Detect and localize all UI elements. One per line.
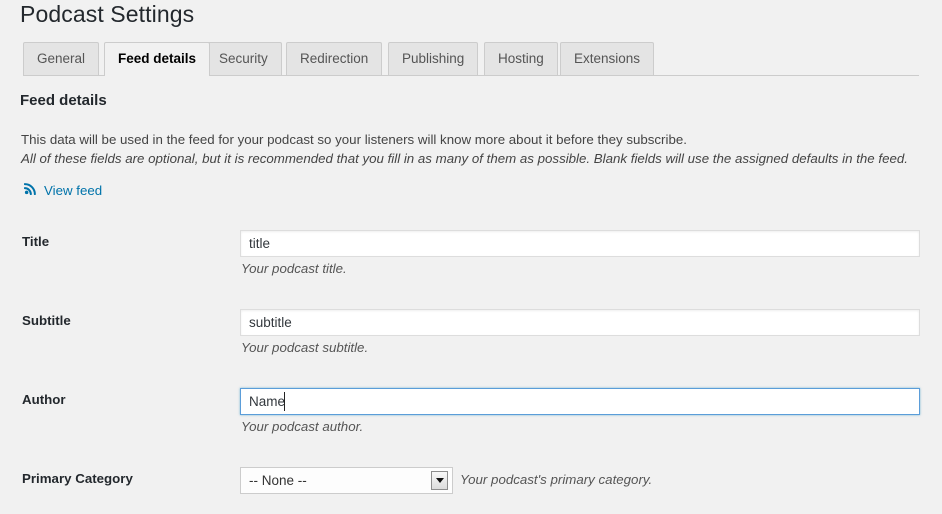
primary-category-helper-text: Your podcast's primary category. — [460, 472, 653, 487]
author-helper-text: Your podcast author. — [241, 419, 364, 434]
primary-category-selected-value: -- None -- — [249, 473, 307, 488]
section-description-line-2: All of these fields are optional, but it… — [21, 151, 908, 166]
subtitle-helper-text: Your podcast subtitle. — [241, 340, 369, 355]
title-input[interactable] — [240, 230, 920, 257]
tab-general[interactable]: General — [23, 42, 100, 75]
view-feed-link[interactable]: View feed — [23, 180, 103, 200]
primary-category-label: Primary Category — [22, 471, 133, 486]
subtitle-input[interactable] — [240, 309, 920, 336]
subtitle-label: Subtitle — [22, 313, 71, 328]
title-helper-text: Your podcast title. — [241, 261, 347, 276]
tab-hosting[interactable]: Hosting — [484, 42, 558, 75]
tab-publishing[interactable]: Publishing — [388, 42, 479, 75]
primary-category-select[interactable]: -- None -- — [240, 467, 453, 494]
tab-security[interactable]: Security — [205, 42, 282, 75]
view-feed-label: View feed — [44, 182, 103, 198]
text-cursor — [284, 392, 285, 411]
chevron-down-icon[interactable] — [431, 471, 448, 490]
author-label: Author — [22, 392, 66, 407]
tab-bar: General Feed details Security Redirectio… — [0, 42, 942, 76]
tab-feed-details[interactable]: Feed details — [104, 42, 211, 76]
tab-redirection[interactable]: Redirection — [286, 42, 383, 75]
rss-icon — [23, 181, 38, 200]
title-label: Title — [22, 234, 50, 249]
page-title: Podcast Settings — [20, 1, 195, 27]
author-input[interactable] — [240, 388, 920, 415]
section-description-line-1: This data will be used in the feed for y… — [21, 132, 687, 147]
section-heading: Feed details — [20, 92, 107, 109]
tab-extensions[interactable]: Extensions — [560, 42, 655, 75]
